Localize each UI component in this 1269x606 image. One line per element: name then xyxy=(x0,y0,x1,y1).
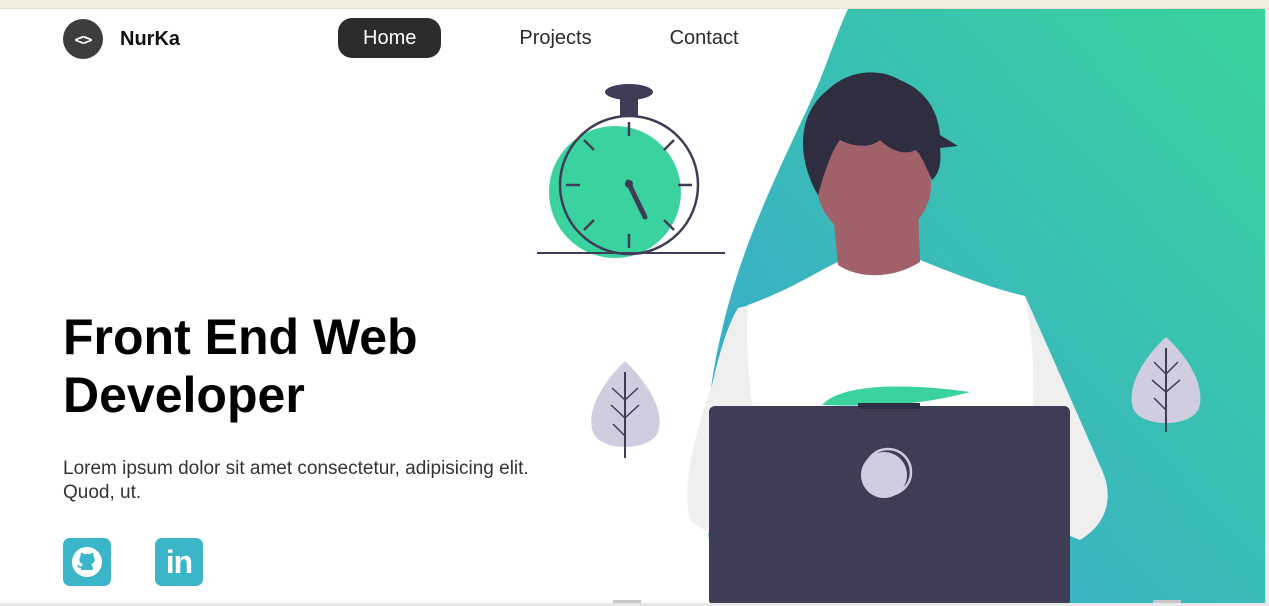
leaf-left-icon xyxy=(591,361,660,458)
developer-illustration xyxy=(537,72,1201,606)
leaf-right-icon xyxy=(1131,337,1201,432)
person-illustration xyxy=(687,72,1108,606)
window-scrollbar[interactable] xyxy=(1265,9,1269,606)
stopwatch-icon xyxy=(537,84,725,258)
